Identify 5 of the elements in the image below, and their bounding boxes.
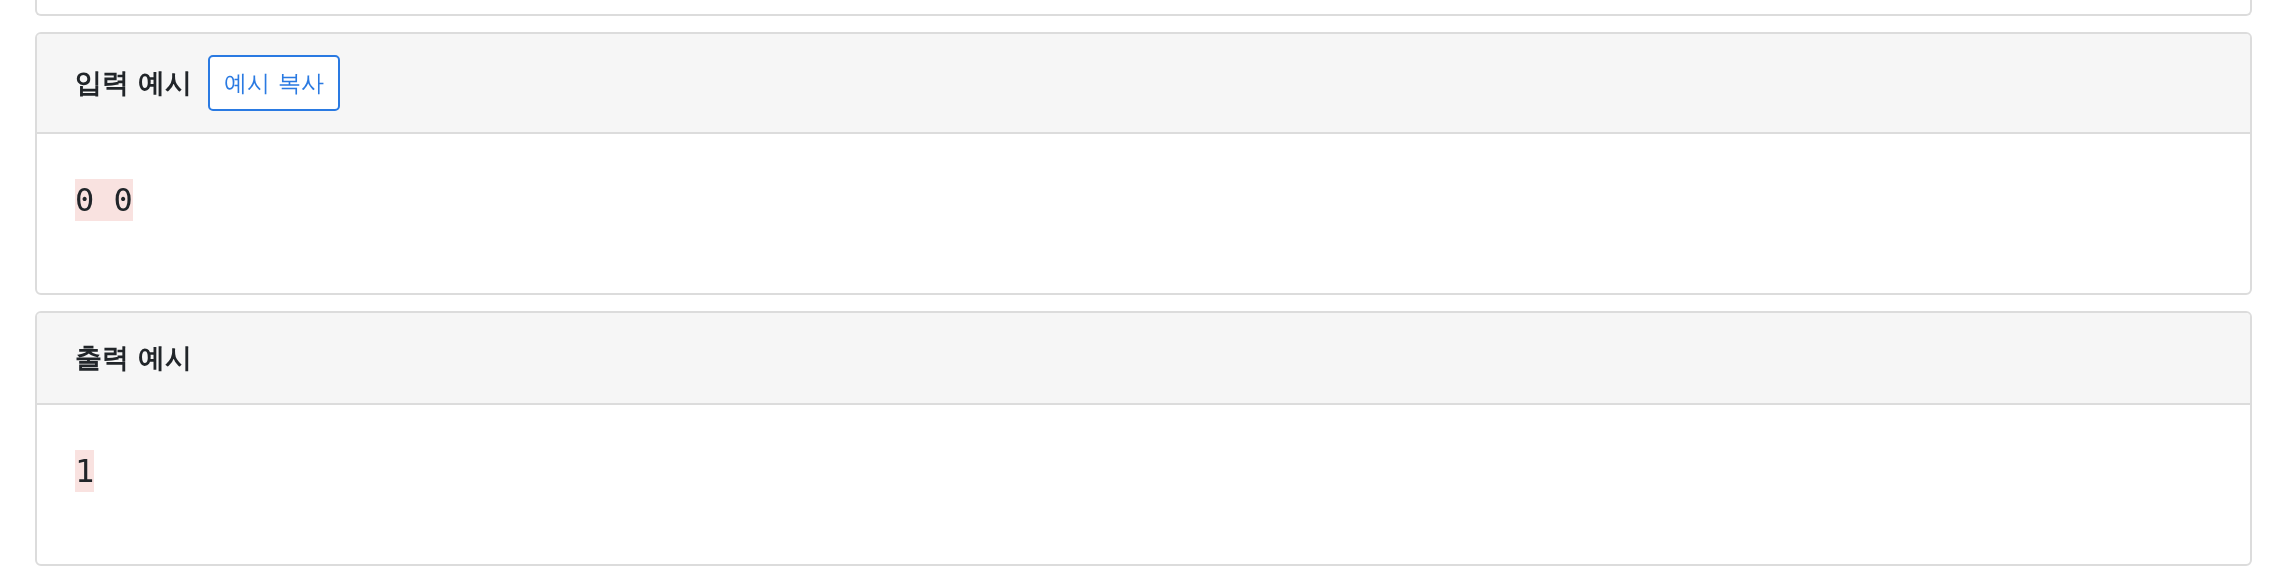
copy-button[interactable]: 예시 복사 [208,55,340,111]
sample-title: 출력 예시 [75,341,193,375]
sample-content: 0 0 [75,179,133,221]
sample-content: 1 [75,450,95,492]
sample-title: 입력 예시 [75,66,193,100]
